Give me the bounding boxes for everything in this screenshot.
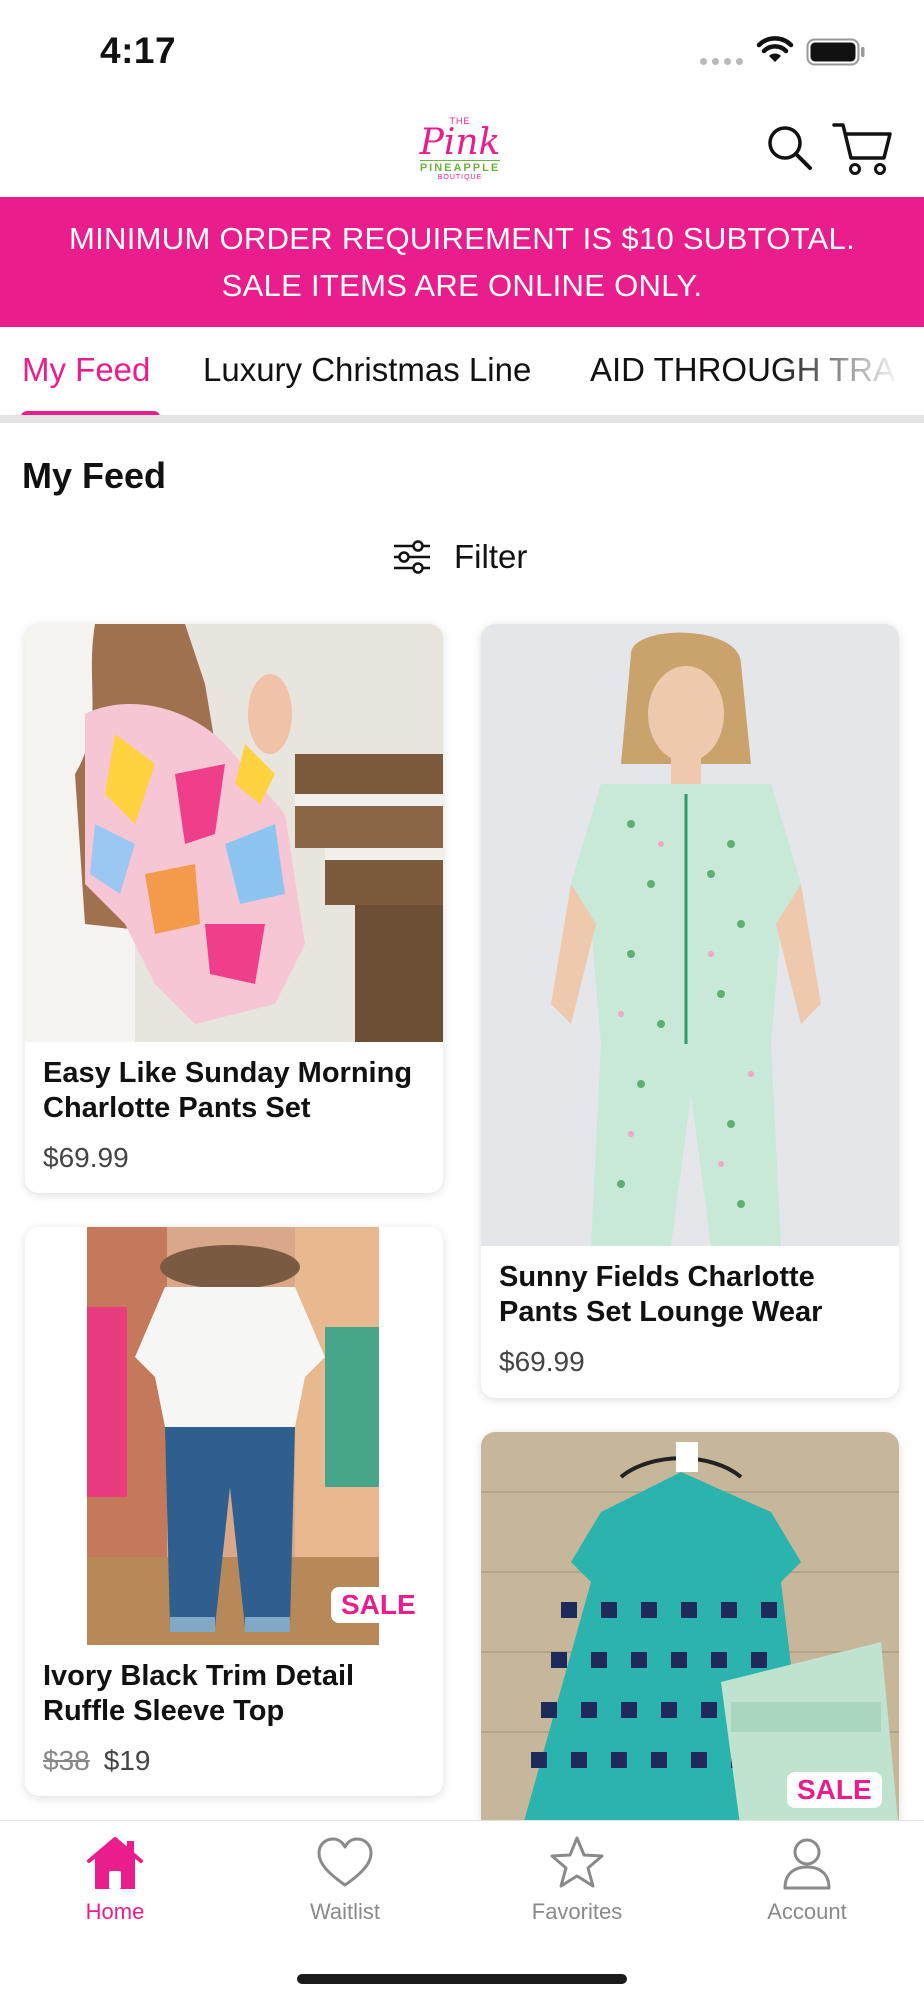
cart-icon[interactable] <box>832 120 894 176</box>
sale-badge: SALE <box>331 1587 426 1623</box>
bottom-tab-bar: Home Waitlist Favorites Account <box>0 1820 924 2000</box>
star-icon <box>550 1836 604 1888</box>
original-price: $38 <box>43 1745 90 1776</box>
store-logo[interactable]: THE Pink PINEAPPLE BOUTIQUE <box>402 112 518 184</box>
product-title: Sunny Fields Charlotte Pants Set Lounge … <box>499 1261 823 1328</box>
home-icon <box>87 1837 143 1889</box>
tab-my-feed[interactable]: My Feed <box>22 351 150 389</box>
tab-account-label: Account <box>767 1899 847 1924</box>
wifi-icon <box>756 36 794 62</box>
signal-icon <box>700 58 743 65</box>
tab-home-label: Home <box>85 1899 145 1924</box>
category-tabs: My Feed Luxury Christmas Line AID THROUG… <box>0 327 924 423</box>
sale-badge: SALE <box>787 1772 882 1808</box>
tab-account[interactable]: Account <box>727 1835 887 1925</box>
product-card[interactable]: Easy Like Sunday Morning Charlotte Pants… <box>25 624 443 1193</box>
tab-waitlist[interactable]: Waitlist <box>265 1835 425 1925</box>
product-title: Ivory Black Trim Detail Ruffle Sleeve To… <box>43 1660 355 1727</box>
product-card[interactable]: SALE Ivory Black Trim Detail Ruffle Slee… <box>25 1227 443 1796</box>
banner-line-1: MINIMUM ORDER REQUIREMENT IS $10 SUBTOTA… <box>69 221 855 256</box>
tab-favorites[interactable]: Favorites <box>497 1835 657 1925</box>
active-tab-indicator <box>21 411 160 415</box>
banner-line-2: SALE ITEMS ARE ONLINE ONLY. <box>221 268 703 303</box>
tab-luxury-christmas-line[interactable]: Luxury Christmas Line <box>203 351 531 389</box>
tabs-fade <box>774 327 924 415</box>
status-bar: 4:17 <box>0 0 924 100</box>
sale-price: $19 <box>103 1745 151 1776</box>
promo-banner: MINIMUM ORDER REQUIREMENT IS $10 SUBTOTA… <box>0 197 924 327</box>
product-price: $69.99 <box>43 1142 129 1173</box>
logo-boutique: BOUTIQUE <box>437 173 483 181</box>
search-icon[interactable] <box>764 122 814 172</box>
logo-pink: Pink <box>419 121 501 163</box>
product-title: Easy Like Sunday Morning Charlotte Pants… <box>43 1057 413 1124</box>
logo-pineapple: PINEAPPLE <box>419 159 501 174</box>
battery-icon <box>806 38 865 66</box>
tab-waitlist-label: Waitlist <box>309 1899 381 1924</box>
product-image[interactable]: SALE <box>481 1432 899 1832</box>
filter-label: Filter <box>454 538 528 575</box>
product-image[interactable] <box>25 624 443 1042</box>
product-image[interactable] <box>481 624 899 1246</box>
heart-icon <box>317 1837 373 1887</box>
product-card[interactable]: Sunny Fields Charlotte Pants Set Lounge … <box>481 624 899 1398</box>
person-icon <box>783 1838 831 1890</box>
tab-favorites-label: Favorites <box>531 1899 623 1924</box>
home-indicator <box>297 1974 627 1984</box>
app-header: THE Pink PINEAPPLE BOUTIQUE <box>0 100 924 197</box>
status-time: 4:17 <box>100 30 177 71</box>
tab-home[interactable]: Home <box>35 1835 195 1925</box>
filter-icon <box>394 540 430 574</box>
product-card[interactable]: SALE <box>481 1432 899 1832</box>
page-title: My Feed <box>22 455 167 496</box>
product-image[interactable]: SALE <box>25 1227 443 1645</box>
product-price-group: $38 $19 <box>43 1745 425 1777</box>
product-price: $69.99 <box>499 1346 585 1377</box>
filter-button[interactable]: Filter <box>392 538 527 576</box>
